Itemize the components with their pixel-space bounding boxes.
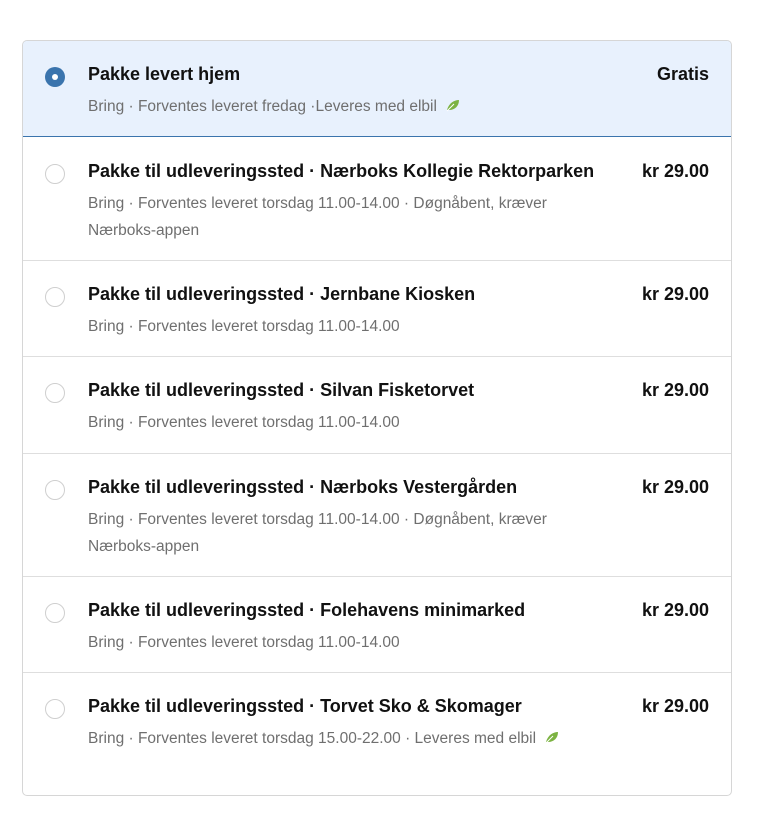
radio-icon[interactable] [45,603,65,623]
delivery-estimate: Forventes leveret fredag [137,98,306,115]
carrier-name: Bring [88,414,125,431]
delivery-extra: Leveres med elbil [414,730,537,747]
delivery-estimate: Forventes leveret torsdag 11.00-14.00 [137,195,400,212]
option-title: Pakke til udleveringssted · Torvet Sko &… [88,696,522,716]
delivery-options-list: Pakke levert hjem Gratis Bring · Forvent… [22,40,732,796]
option-title: Pakke til udleveringssted · Silvan Fiske… [88,380,475,400]
carrier-name: Bring [88,318,125,335]
option-price: kr 29.00 [641,600,709,620]
radio-icon[interactable] [45,164,65,184]
option-price: kr 29.00 [641,380,709,400]
radio-icon[interactable] [45,480,65,500]
radio-icon[interactable] [45,699,65,719]
carrier-name: Bring [88,195,125,212]
option-title: Pakke til udleveringssted · Nærboks Vest… [88,477,518,497]
option-details: Bring · Forventes leveret torsdag 15.00-… [88,725,648,752]
delivery-option-pickup-folehavens[interactable]: Pakke til udleveringssted · Folehavens m… [23,577,731,673]
option-price: kr 29.00 [641,284,709,304]
delivery-estimate: Forventes leveret torsdag 11.00-14.00 [137,511,400,528]
option-details: Bring · Forventes leveret torsdag 11.00-… [88,195,547,239]
option-price: kr 29.00 [641,161,709,181]
delivery-option-pickup-rektorparken[interactable]: Pakke til udleveringssted · Nærboks Koll… [23,138,731,261]
option-title: Pakke til udleveringssted · Folehavens m… [88,600,526,620]
option-price: kr 29.00 [641,696,709,716]
delivery-estimate: Forventes leveret torsdag 11.00-14.00 [137,634,400,651]
delivery-option-pickup-vestergarden[interactable]: Pakke til udleveringssted · Nærboks Vest… [23,454,731,577]
delivery-extra: Leveres med elbil [315,98,437,115]
option-title: Pakke til udleveringssted · Jernbane Kio… [88,284,476,304]
leaf-icon [446,100,460,112]
delivery-option-home[interactable]: Pakke levert hjem Gratis Bring · Forvent… [23,41,731,137]
carrier-name: Bring [88,511,125,528]
option-details: Bring · Forventes leveret torsdag 11.00-… [88,634,400,651]
option-details: Bring · Forventes leveret torsdag 11.00-… [88,414,400,431]
option-price: Gratis [656,64,709,84]
delivery-option-pickup-jernbane[interactable]: Pakke til udleveringssted · Jernbane Kio… [23,261,731,357]
option-details: Bring · Forventes leveret torsdag 11.00-… [88,511,547,555]
option-title: Pakke levert hjem [88,64,241,84]
radio-icon[interactable] [45,287,65,307]
delivery-estimate: Forventes leveret torsdag 11.00-14.00 [137,414,400,431]
radio-icon[interactable] [45,67,65,87]
carrier-name: Bring [88,634,125,651]
carrier-name: Bring [88,98,125,115]
carrier-name: Bring [88,730,125,747]
delivery-estimate: Forventes leveret torsdag 11.00-14.00 [137,318,400,335]
delivery-option-pickup-torvet[interactable]: Pakke til udleveringssted · Torvet Sko &… [23,673,731,795]
option-price: kr 29.00 [641,477,709,497]
option-details: Bring · Forventes leveret torsdag 11.00-… [88,318,400,335]
radio-icon[interactable] [45,383,65,403]
option-details: Bring · Forventes leveret fredag ·Levere… [88,93,608,120]
leaf-icon [545,732,559,744]
option-title: Pakke til udleveringssted · Nærboks Koll… [88,161,595,181]
delivery-option-pickup-silvan[interactable]: Pakke til udleveringssted · Silvan Fiske… [23,357,731,454]
delivery-estimate: Forventes leveret torsdag 15.00-22.00 [137,730,401,747]
